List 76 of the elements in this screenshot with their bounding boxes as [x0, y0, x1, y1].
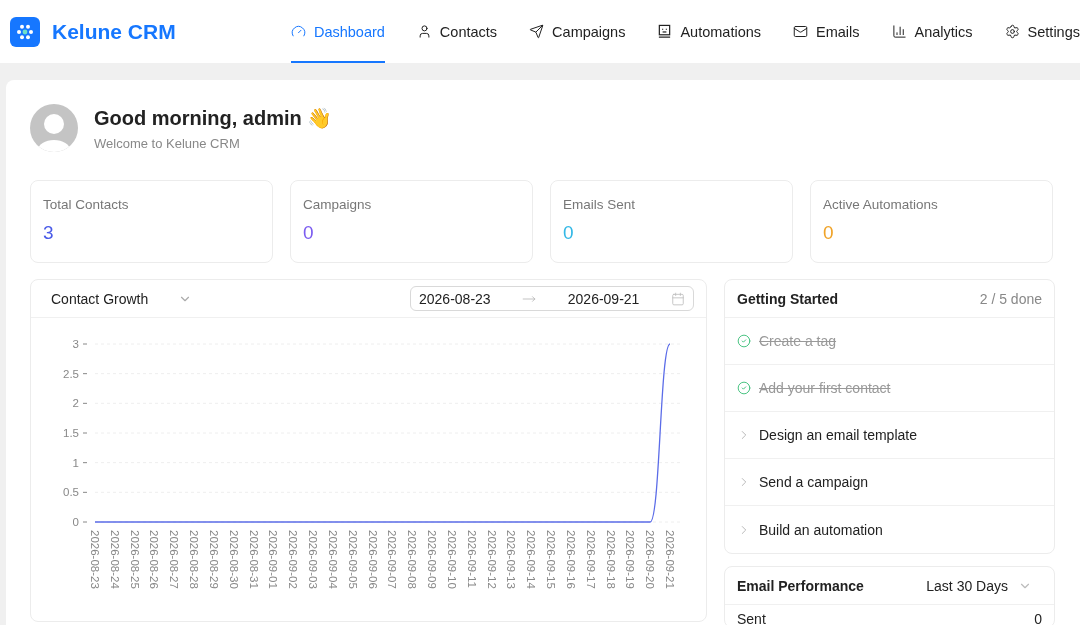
x-axis-label: 2026-09-07	[386, 530, 399, 589]
x-axis-label: 2026-09-13	[505, 530, 518, 589]
logo-icon	[10, 16, 40, 47]
x-axis-label: 2026-09-02	[287, 530, 300, 589]
stat-label: Campaigns	[303, 197, 373, 212]
x-axis-label: 2026-08-24	[108, 530, 121, 589]
x-axis-label: 2026-09-18	[604, 530, 617, 589]
x-axis-label: 2026-08-29	[207, 530, 220, 589]
x-axis-label: 2026-09-16	[564, 530, 577, 589]
x-axis-label: 2026-08-30	[227, 530, 240, 589]
stat-label: Active Automations	[823, 197, 939, 212]
x-axis-label: 2026-09-14	[525, 530, 538, 589]
user-icon	[416, 24, 432, 39]
nav-tab[interactable]: Automations	[657, 0, 762, 63]
stat-value: 0	[303, 222, 315, 244]
metric-value: 0	[1034, 611, 1042, 625]
x-axis-label: 2026-09-04	[326, 530, 339, 589]
checklist-item[interactable]: Build an automation	[725, 506, 1054, 553]
nav-tab[interactable]: Dashboard	[290, 0, 385, 63]
x-axis-label: 2026-09-08	[406, 530, 419, 589]
chart-icon	[891, 24, 907, 39]
x-axis-label: 2026-09-20	[644, 530, 657, 589]
stat-value: 3	[43, 222, 55, 244]
stat-label: Total Contacts	[43, 197, 130, 212]
checklist-item[interactable]: Send a campaign	[725, 459, 1054, 506]
y-axis-label: 0.5	[63, 486, 79, 499]
x-axis-label: 2026-09-21	[664, 530, 676, 589]
calendar-icon	[671, 291, 685, 306]
stat-value: 0	[563, 222, 575, 244]
x-axis-label: 2026-09-05	[346, 530, 359, 589]
nav-tab[interactable]: Analytics	[891, 0, 973, 63]
x-axis-label: 2026-09-03	[307, 530, 320, 589]
y-axis-label: 1	[72, 456, 79, 469]
x-axis-label: 2026-08-25	[128, 530, 141, 589]
checklist-item[interactable]: Design an email template	[725, 412, 1054, 459]
metric-select[interactable]: Contact Growth	[51, 290, 193, 307]
y-axis-label: 1.5	[63, 427, 79, 439]
x-axis-label: 2026-09-01	[267, 530, 280, 589]
nav-tab[interactable]: Emails	[793, 0, 860, 63]
y-axis-label: 3	[72, 338, 79, 350]
progress-text: 2 / 5 done	[979, 290, 1042, 307]
x-axis-label: 2026-08-27	[168, 530, 181, 589]
gauge-icon	[290, 24, 306, 39]
metric-label: Sent	[737, 611, 766, 625]
greeting-title: Good morning, admin 👋	[94, 105, 333, 130]
x-axis-label: 2026-08-31	[247, 530, 260, 589]
x-axis-label: 2026-09-17	[584, 530, 597, 589]
nav-tab[interactable]: Contacts	[416, 0, 498, 63]
range-select[interactable]: Last 30 Days	[926, 577, 1042, 594]
x-axis-label: 2026-09-19	[624, 530, 637, 589]
x-axis-label: 2026-09-15	[545, 530, 558, 589]
checklist-title: Getting Started	[737, 290, 839, 307]
x-axis-label: 2026-09-12	[485, 530, 498, 589]
performance-title: Email Performance	[737, 577, 864, 594]
nav-tab[interactable]: Campaigns	[529, 0, 626, 63]
y-axis-label: 2	[72, 397, 79, 410]
send-icon	[529, 24, 545, 39]
x-axis-label: 2026-08-23	[89, 530, 101, 589]
stat-label: Emails Sent	[563, 197, 637, 212]
y-axis-label: 2.5	[63, 367, 79, 380]
monitor-icon	[657, 24, 673, 39]
x-axis-label: 2026-08-26	[148, 530, 161, 589]
gear-icon	[1004, 24, 1020, 39]
x-axis-label: 2026-08-28	[188, 530, 201, 589]
x-axis-label: 2026-09-10	[445, 530, 458, 589]
greeting-subtitle: Welcome to Kelune CRM	[94, 135, 241, 151]
y-axis-label: 0	[72, 516, 79, 528]
stat-value: 0	[823, 222, 835, 244]
date-range-field[interactable]: 2026-08-23 2026-09-21	[410, 286, 694, 311]
avatar-icon	[30, 104, 78, 152]
x-axis-label: 2026-09-11	[465, 530, 478, 588]
x-axis-label: 2026-09-06	[366, 530, 379, 589]
mail-icon	[793, 24, 809, 39]
x-axis-label: 2026-09-09	[426, 530, 439, 589]
nav-tab[interactable]: Settings	[1004, 0, 1080, 63]
brand-name: Kelune CRM	[52, 19, 176, 44]
